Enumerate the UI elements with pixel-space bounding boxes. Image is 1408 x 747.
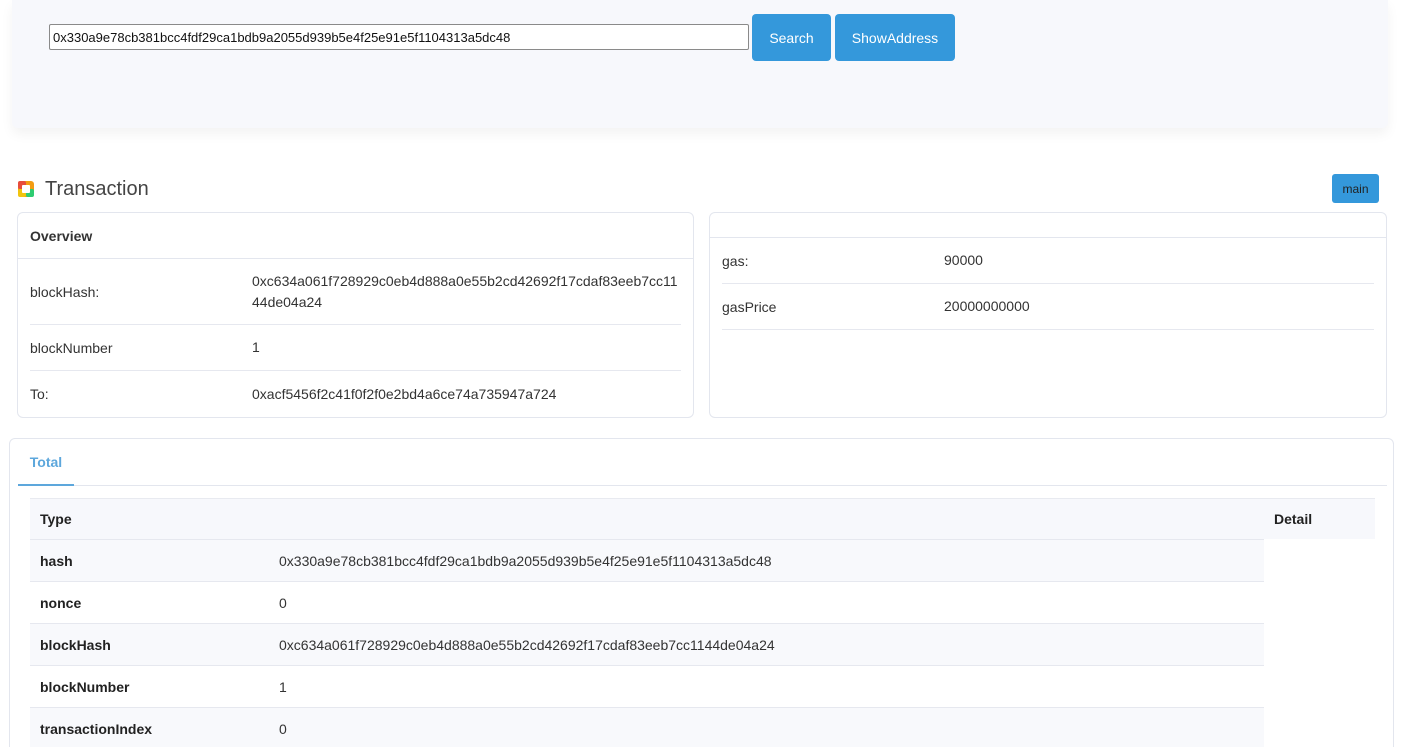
table-row: transactionIndex 0 xyxy=(30,707,1264,747)
table-row: hash 0x330a9e78cb381bcc4fdf29ca1bdb9a205… xyxy=(30,539,1264,581)
overview-key: To: xyxy=(30,386,49,402)
overview-key: blockNumber xyxy=(30,339,113,356)
tab-bar: Total xyxy=(18,439,1387,486)
tab-total[interactable]: Total xyxy=(18,439,74,486)
overview-row: To: 0xacf5456f2c41f0f2f0e2bd4a6ce74a7359… xyxy=(30,371,681,417)
gas-value: 90000 xyxy=(944,252,983,268)
page-title: Transaction xyxy=(45,177,149,200)
row-key: blockNumber xyxy=(40,678,130,695)
overview-value: 0xc634a061f728929c0eb4d888a0e55b2cd42692… xyxy=(252,272,678,310)
total-panel: Total Type Detail hash 0x330a9e78cb381bc… xyxy=(9,438,1394,747)
show-address-button[interactable]: ShowAddress xyxy=(835,14,955,61)
search-input[interactable] xyxy=(49,24,749,50)
gas-card: gas: 90000 gasPrice 20000000000 xyxy=(709,212,1387,418)
table-header: Type Detail xyxy=(30,498,1375,539)
table-row: nonce 0 xyxy=(30,581,1264,623)
row-key: blockHash xyxy=(40,636,111,653)
gas-key: gasPrice xyxy=(722,298,777,315)
column-header-type: Type xyxy=(40,511,72,527)
table-row: blockHash 0xc634a061f728929c0eb4d888a0e5… xyxy=(30,623,1264,665)
overview-value: 0xacf5456f2c41f0f2f0e2bd4a6ce74a735947a7… xyxy=(252,385,557,402)
gas-card-header xyxy=(710,213,1386,238)
search-panel: Search ShowAddress xyxy=(12,0,1388,128)
gas-row: gas: 90000 xyxy=(722,238,1374,284)
overview-card: Overview blockHash: 0xc634a061f728929c0e… xyxy=(17,212,694,418)
overview-row: blockHash: 0xc634a061f728929c0eb4d888a0e… xyxy=(30,259,681,325)
search-button[interactable]: Search xyxy=(752,14,831,61)
gas-value: 20000000000 xyxy=(944,298,1030,314)
table-row: blockNumber 1 xyxy=(30,665,1264,707)
column-header-detail: Detail xyxy=(1274,511,1313,527)
page-title-row: Transaction xyxy=(18,176,149,202)
overview-title: Overview xyxy=(18,213,693,259)
table-body: hash 0x330a9e78cb381bcc4fdf29ca1bdb9a205… xyxy=(30,539,1375,747)
overview-value: 1 xyxy=(252,339,260,355)
row-key: nonce xyxy=(40,594,82,611)
detail-table: Type Detail hash 0x330a9e78cb381bcc4fdf2… xyxy=(30,498,1375,747)
row-value: 1 xyxy=(279,678,287,695)
network-badge[interactable]: main xyxy=(1332,174,1379,203)
overview-row: blockNumber 1 xyxy=(30,325,681,371)
row-value: 0 xyxy=(279,594,287,611)
row-value: 0x330a9e78cb381bcc4fdf29ca1bdb9a2055d939… xyxy=(279,552,772,569)
row-value: 0 xyxy=(279,720,287,737)
overview-key: blockHash: xyxy=(30,283,100,300)
transaction-logo-icon xyxy=(18,181,34,197)
row-value: 0xc634a061f728929c0eb4d888a0e55b2cd42692… xyxy=(279,636,775,653)
row-key: transactionIndex xyxy=(40,720,153,737)
row-key: hash xyxy=(40,552,73,569)
gas-key: gas: xyxy=(722,252,749,269)
gas-row: gasPrice 20000000000 xyxy=(722,284,1374,330)
